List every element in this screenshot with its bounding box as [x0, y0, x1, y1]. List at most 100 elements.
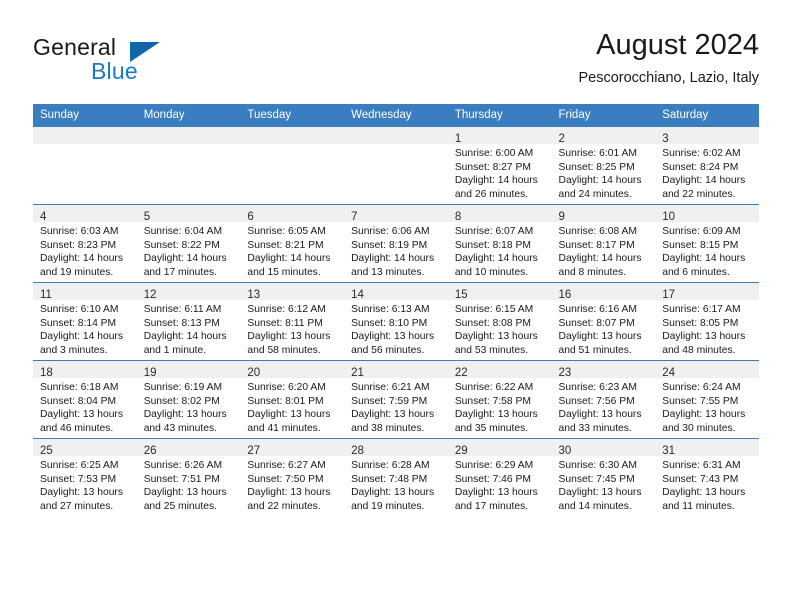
brand-name-general: General — [33, 34, 117, 60]
day-details — [240, 144, 344, 147]
daylight-text: Daylight: 13 hours — [662, 409, 746, 421]
calendar-day-cell[interactable]: 23 Sunrise: 6:23 AM Sunset: 7:56 PM Dayligh… — [551, 360, 656, 439]
weekday-header-friday: Friday — [551, 104, 656, 127]
calendar-day-cell[interactable]: 4 Sunrise: 6:03 AM Sunset: 8:23 PM Daylight… — [33, 204, 137, 283]
weekday-header-tuesday: Tuesday — [240, 104, 345, 127]
day-number: 15 — [454, 289, 468, 301]
calendar-week-row: 18 Sunrise: 6:18 AM Sunset: 8:04 PM Dayligh… — [33, 360, 759, 439]
day-number-strip — [136, 127, 241, 144]
sunrise-text: Sunrise: 6:25 AM — [40, 460, 119, 471]
calendar-day-cell[interactable]: 13 Sunrise: 6:12 AM Sunset: 8:11 PM Dayligh… — [240, 282, 345, 361]
calendar-day-cell[interactable]: 21 Sunrise: 6:21 AM Sunset: 7:59 PM Dayligh… — [344, 360, 448, 439]
daylight-text-cont: and 48 minutes. — [662, 344, 736, 356]
calendar-day-cell[interactable]: 10 Sunrise: 6:09 AM Sunset: 8:15 PM Dayligh… — [655, 204, 759, 283]
sunrise-text: Sunrise: 6:31 AM — [662, 460, 741, 471]
day-cell-inner: 5 Sunrise: 6:04 AM Sunset: 8:22 PM Daylight… — [136, 205, 241, 282]
daylight-text: Daylight: 14 hours — [662, 175, 746, 187]
sunrise-text: Sunrise: 6:04 AM — [143, 226, 223, 237]
daylight-text-cont: and 58 minutes. — [247, 344, 321, 356]
calendar-day-cell[interactable]: 27 Sunrise: 6:27 AM Sunset: 7:50 PM Dayligh… — [240, 438, 345, 517]
calendar-head: Sunday Monday Tuesday Wednesday Thursday Frid… — [33, 104, 759, 127]
daylight-text-cont: and 15 minutes. — [247, 266, 321, 278]
daylight-text: Daylight: 13 hours — [454, 487, 538, 499]
calendar-day-cell[interactable]: 8 Sunrise: 6:07 AM Sunset: 8:18 PM Daylight… — [447, 204, 552, 283]
calendar-day-cell[interactable]: 3 Sunrise: 6:02 AM Sunset: 8:24 PM Daylight… — [655, 126, 759, 205]
calendar-day-cell[interactable]: 30 Sunrise: 6:30 AM Sunset: 7:45 PM Dayligh… — [551, 438, 656, 517]
calendar-day-cell[interactable]: 5 Sunrise: 6:04 AM Sunset: 8:22 PM Daylight… — [136, 204, 241, 283]
day-cell-inner — [33, 127, 137, 204]
sunrise-text: Sunrise: 6:16 AM — [558, 304, 637, 315]
daylight-text-cont: and 26 minutes. — [454, 188, 529, 200]
day-number: 18 — [40, 367, 53, 379]
day-details: Sunrise: 6:11 AM Sunset: 8:13 PM Daylight:… — [137, 300, 241, 357]
calendar-day-cell[interactable]: 26 Sunrise: 6:26 AM Sunset: 7:51 PM Dayligh… — [136, 438, 241, 517]
daylight-text-cont: and 8 minutes. — [558, 266, 627, 278]
day-cell-inner: 6 Sunrise: 6:05 AM Sunset: 8:21 PM Daylight… — [240, 205, 345, 282]
calendar-day-cell[interactable]: 25 Sunrise: 6:25 AM Sunset: 7:53 PM Dayligh… — [33, 438, 137, 517]
calendar-day-cell[interactable]: 22 Sunrise: 6:22 AM Sunset: 7:58 PM Dayligh… — [447, 360, 552, 439]
calendar-day-cell[interactable]: 31 Sunrise: 6:31 AM Sunset: 7:43 PM Dayligh… — [655, 438, 759, 517]
day-details: Sunrise: 6:06 AM Sunset: 8:19 PM Daylight:… — [344, 222, 448, 279]
day-number: 17 — [662, 289, 676, 301]
day-details: Sunrise: 6:31 AM Sunset: 7:43 PM Daylight:… — [655, 456, 759, 513]
calendar-day-cell[interactable]: 19 Sunrise: 6:19 AM Sunset: 8:02 PM Dayligh… — [136, 360, 241, 439]
daylight-text: Daylight: 13 hours — [351, 487, 435, 499]
calendar-day-cell[interactable]: 6 Sunrise: 6:05 AM Sunset: 8:21 PM Daylight… — [240, 204, 345, 283]
calendar-day-cell[interactable]: 24 Sunrise: 6:24 AM Sunset: 7:55 PM Dayligh… — [655, 360, 759, 439]
calendar-day-cell[interactable]: 18 Sunrise: 6:18 AM Sunset: 8:04 PM Dayligh… — [33, 360, 137, 439]
calendar-day-cell[interactable]: 2 Sunrise: 6:01 AM Sunset: 8:25 PM Daylight… — [551, 126, 656, 205]
calendar-day-cell[interactable]: 7 Sunrise: 6:06 AM Sunset: 8:19 PM Daylight… — [344, 204, 448, 283]
day-number-strip: 17 — [655, 283, 759, 301]
daylight-text: Daylight: 13 hours — [247, 409, 331, 421]
day-number: 9 — [558, 211, 565, 223]
day-number-strip — [240, 127, 345, 144]
day-cell-inner: 11 Sunrise: 6:10 AM Sunset: 8:14 PM Dayligh… — [33, 283, 137, 360]
day-number-strip: 25 — [33, 439, 137, 457]
day-cell-inner: 30 Sunrise: 6:30 AM Sunset: 7:45 PM Dayligh… — [551, 439, 656, 517]
title-block: August 2024 Pescorocchiano, Lazio, Italy — [578, 28, 759, 88]
day-cell-inner: 28 Sunrise: 6:28 AM Sunset: 7:48 PM Dayligh… — [344, 439, 448, 517]
day-details: Sunrise: 6:05 AM Sunset: 8:21 PM Daylight:… — [240, 222, 344, 279]
day-cell-inner: 13 Sunrise: 6:12 AM Sunset: 8:11 PM Dayligh… — [240, 283, 345, 360]
day-number-strip: 12 — [136, 283, 241, 301]
daylight-text: Daylight: 14 hours — [662, 253, 746, 265]
calendar-day-cell[interactable]: 12 Sunrise: 6:11 AM Sunset: 8:13 PM Dayligh… — [136, 282, 241, 361]
day-number: 30 — [558, 445, 572, 457]
calendar-day-cell[interactable]: 1 Sunrise: 6:00 AM Sunset: 8:27 PM Daylight… — [447, 126, 552, 205]
day-details: Sunrise: 6:29 AM Sunset: 7:46 PM Daylight:… — [448, 456, 552, 513]
sunrise-text: Sunrise: 6:08 AM — [558, 226, 637, 237]
calendar-day-cell-empty — [344, 126, 448, 205]
sunset-text: Sunset: 8:18 PM — [454, 239, 531, 251]
day-details: Sunrise: 6:28 AM Sunset: 7:48 PM Daylight:… — [344, 456, 448, 513]
calendar-day-cell[interactable]: 15 Sunrise: 6:15 AM Sunset: 8:08 PM Dayligh… — [447, 282, 552, 361]
day-number-strip: 28 — [344, 439, 448, 457]
sunset-text: Sunset: 8:14 PM — [40, 317, 117, 329]
weekday-header-wednesday: Wednesday — [344, 104, 448, 127]
daylight-text-cont: and 30 minutes. — [662, 422, 736, 434]
daylight-text-cont: and 19 minutes. — [40, 266, 114, 278]
sunrise-text: Sunrise: 6:05 AM — [247, 226, 326, 237]
day-details: Sunrise: 6:17 AM Sunset: 8:05 PM Daylight:… — [655, 300, 759, 357]
calendar-day-cell[interactable]: 20 Sunrise: 6:20 AM Sunset: 8:01 PM Dayligh… — [240, 360, 345, 439]
calendar-day-cell[interactable]: 16 Sunrise: 6:16 AM Sunset: 8:07 PM Dayligh… — [551, 282, 656, 361]
daylight-text-cont: and 13 minutes. — [351, 266, 425, 278]
sunset-text: Sunset: 7:51 PM — [143, 473, 220, 485]
day-details: Sunrise: 6:24 AM Sunset: 7:55 PM Daylight:… — [655, 378, 759, 435]
day-details: Sunrise: 6:12 AM Sunset: 8:11 PM Daylight:… — [240, 300, 344, 357]
daylight-text-cont: and 19 minutes. — [351, 500, 425, 512]
calendar-day-cell[interactable]: 11 Sunrise: 6:10 AM Sunset: 8:14 PM Dayligh… — [33, 282, 137, 361]
location-subtitle: Pescorocchiano, Lazio, Italy — [578, 70, 759, 86]
brand-logo[interactable]: General Blue — [33, 34, 253, 90]
calendar-day-cell-empty — [136, 126, 241, 205]
day-cell-inner: 10 Sunrise: 6:09 AM Sunset: 8:15 PM Dayligh… — [655, 205, 759, 282]
calendar-day-cell[interactable]: 28 Sunrise: 6:28 AM Sunset: 7:48 PM Dayligh… — [344, 438, 448, 517]
calendar-day-cell[interactable]: 9 Sunrise: 6:08 AM Sunset: 8:17 PM Daylight… — [551, 204, 656, 283]
calendar-day-cell[interactable]: 17 Sunrise: 6:17 AM Sunset: 8:05 PM Dayligh… — [655, 282, 759, 361]
calendar-day-cell[interactable]: 29 Sunrise: 6:29 AM Sunset: 7:46 PM Dayligh… — [447, 438, 552, 517]
sunset-text: Sunset: 8:02 PM — [143, 395, 220, 407]
calendar-day-cell[interactable]: 14 Sunrise: 6:13 AM Sunset: 8:10 PM Dayligh… — [344, 282, 448, 361]
day-number: 12 — [143, 289, 157, 301]
daylight-text-cont: and 56 minutes. — [351, 344, 425, 356]
daylight-text-cont: and 43 minutes. — [143, 422, 217, 434]
day-number: 22 — [454, 367, 468, 379]
